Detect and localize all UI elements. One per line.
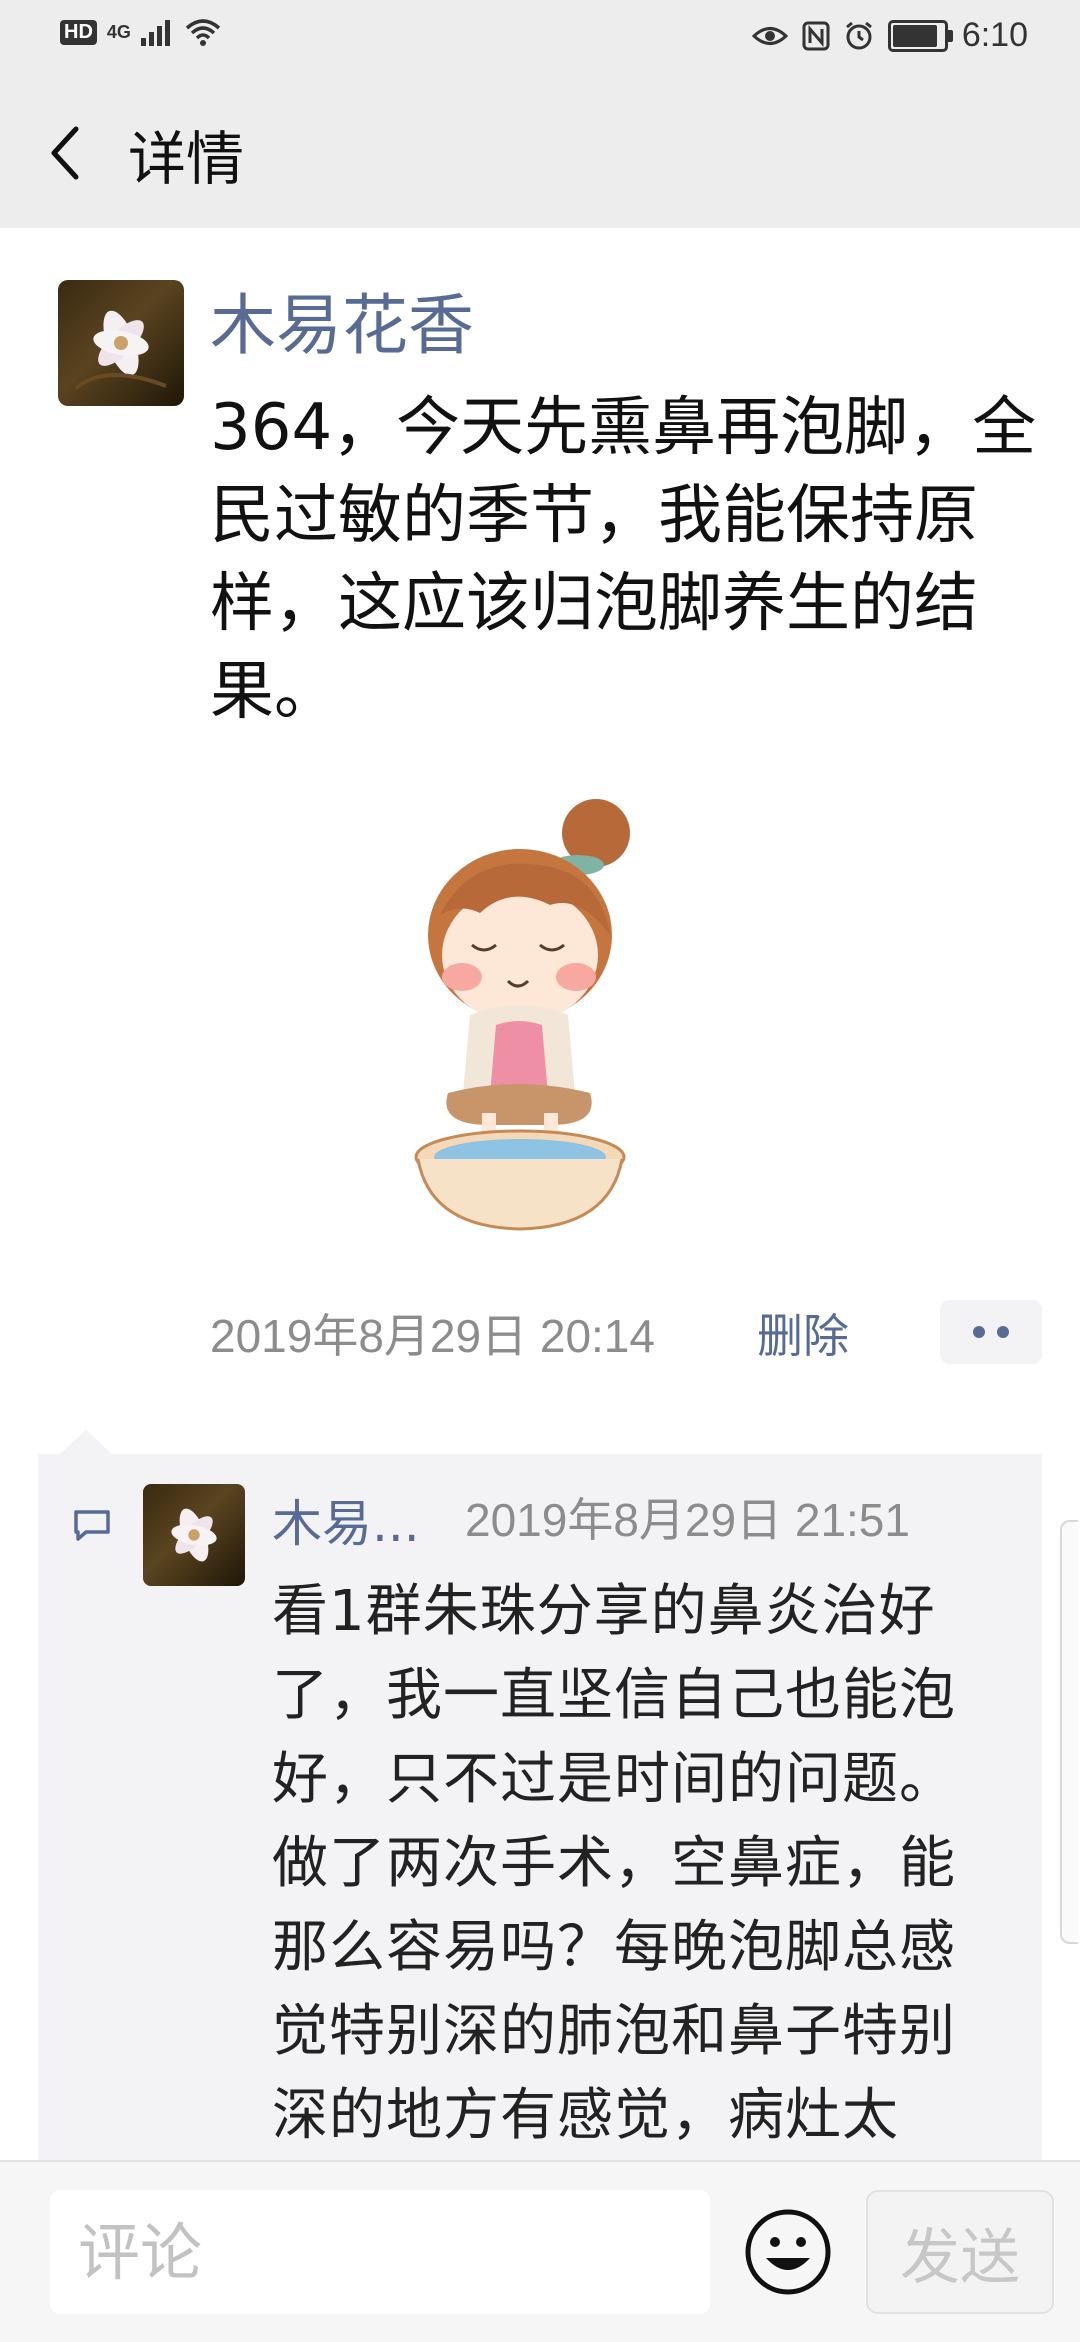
page-title: 详情 <box>128 125 245 193</box>
post-author-avatar[interactable] <box>58 280 184 406</box>
comment-author-name[interactable]: 木易... <box>272 1484 420 1556</box>
comment-timestamp: 2019年8月29日 21:51 <box>465 1494 910 1546</box>
post-timestamp: 2019年8月29日 20:14 <box>210 1310 655 1362</box>
side-edge-handle[interactable] <box>1060 1520 1078 1944</box>
status-bar: HD 4G 6:10 <box>0 0 1080 76</box>
chevron-left-icon <box>51 126 79 180</box>
comment-text[interactable]: 看1群朱珠分享的鼻炎治好了，我一直坚信自己也能泡好，只不过是时间的问题。做了两次… <box>272 1570 1012 2242</box>
emoji-button-icon[interactable] <box>742 2206 834 2298</box>
dot-icon <box>973 1326 985 1338</box>
comment-input-bar: 发送 <box>0 2160 1080 2342</box>
delete-link[interactable]: 删除 <box>757 1300 849 1366</box>
status-left: HD 4G <box>60 18 221 46</box>
signal-icon <box>140 20 170 46</box>
wifi-icon <box>185 19 221 46</box>
flower-photo <box>74 310 167 390</box>
eye-comfort-icon <box>751 26 788 45</box>
comment-icon <box>74 1510 110 1541</box>
comment-box-pointer <box>60 1430 112 1454</box>
network-type: 4G <box>106 21 131 42</box>
status-right: 6:10 <box>751 16 1028 55</box>
post-author-name[interactable]: 木易花香 <box>210 272 474 368</box>
hd-badge: HD <box>60 19 97 45</box>
comment-input[interactable] <box>50 2190 710 2314</box>
status-time: 6:10 <box>961 16 1028 54</box>
back-button[interactable] <box>40 118 90 188</box>
more-actions-button[interactable] <box>940 1300 1042 1364</box>
battery-level <box>892 24 938 47</box>
nfc-icon <box>802 21 830 50</box>
battery-icon <box>887 19 953 52</box>
send-button[interactable]: 发送 <box>866 2190 1054 2314</box>
post-text: 364，今天先熏鼻再泡脚，全民过敏的季节，我能保持原样，这应该归泡脚养生的结果。 <box>210 391 1037 729</box>
comment-author-avatar[interactable] <box>143 1484 245 1586</box>
foot-soak-cartoon-image[interactable] <box>400 795 680 1235</box>
navigation-header: 详情 <box>0 76 1080 228</box>
dot-icon <box>997 1326 1009 1338</box>
alarm-icon <box>845 21 872 49</box>
flower-photo <box>171 1508 217 1562</box>
